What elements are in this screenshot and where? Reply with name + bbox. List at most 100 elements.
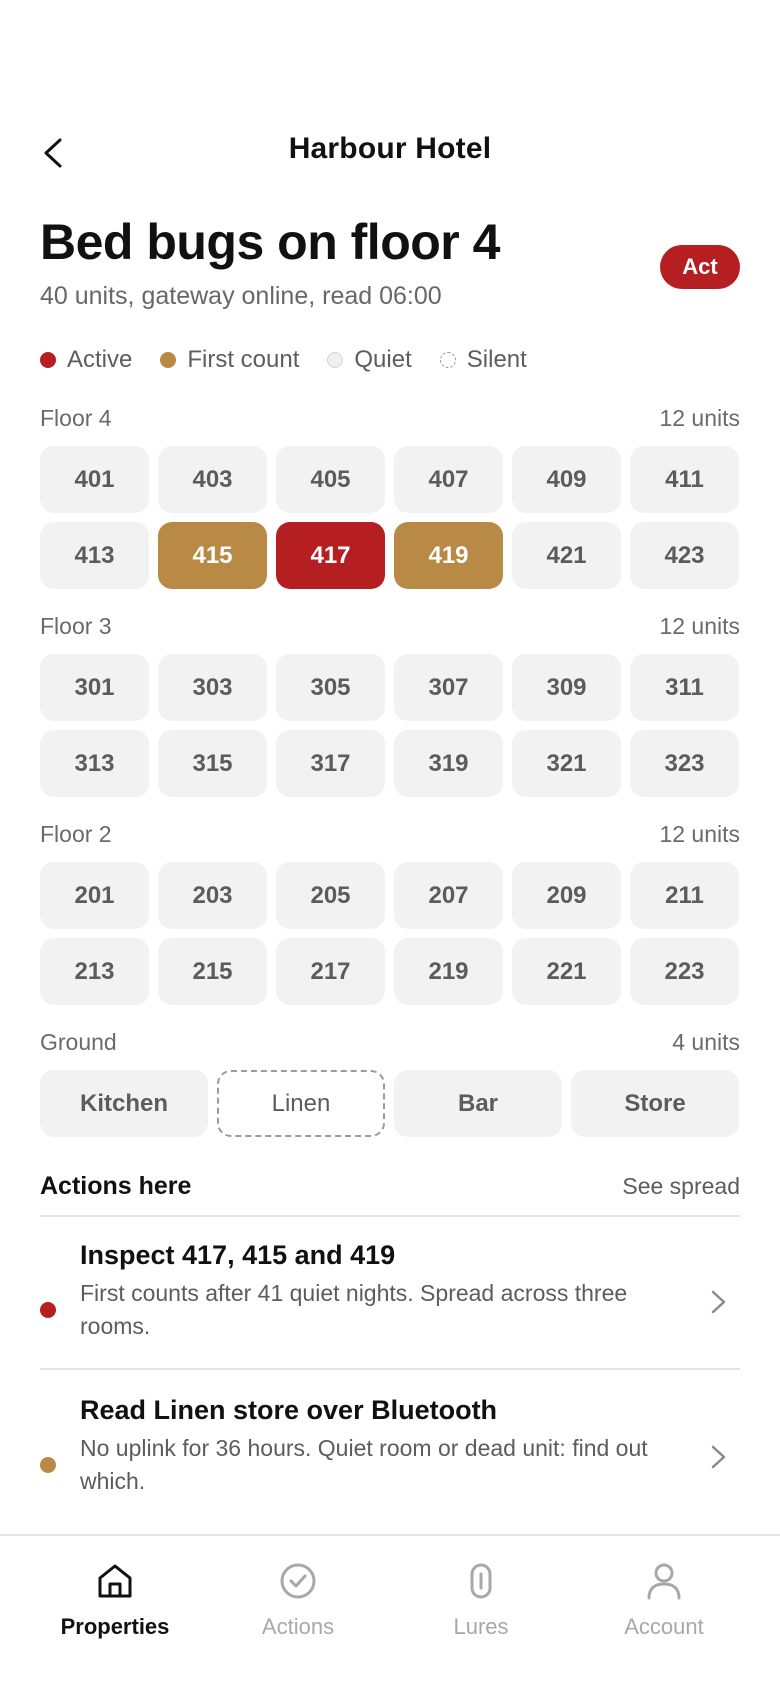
page-title: Bed bugs on floor 4 [40, 214, 500, 270]
room-223[interactable]: 223 [630, 938, 739, 1005]
room-303[interactable]: 303 [158, 654, 267, 721]
silent-dot-icon [439, 352, 456, 368]
room-405[interactable]: 405 [276, 446, 385, 513]
nav-actions[interactable]: Actions [208, 1560, 388, 1640]
room-417[interactable]: 417 [276, 522, 385, 589]
legend-quiet: Quiet [327, 346, 412, 374]
room-213[interactable]: 213 [40, 938, 149, 1005]
room-309[interactable]: 309 [512, 654, 621, 721]
ground-floor-grid: Kitchen Linen Bar Store [40, 1070, 740, 1137]
active-dot-icon [40, 352, 56, 368]
room-209[interactable]: 209 [512, 862, 621, 929]
room-411[interactable]: 411 [630, 446, 739, 513]
action-item[interactable]: Read Linen store over Bluetooth No uplin… [40, 1395, 740, 1515]
nav-properties[interactable]: Properties [25, 1560, 205, 1640]
room-207[interactable]: 207 [394, 862, 503, 929]
room-301[interactable]: 301 [40, 654, 149, 721]
room-217[interactable]: 217 [276, 938, 385, 1005]
nav-label: Properties [60, 1614, 170, 1639]
legend-silent: Silent [439, 346, 527, 374]
legend-label: Active [67, 346, 133, 373]
chevron-right-icon [711, 1445, 726, 1469]
floor-unit-count: 12 units [659, 405, 740, 431]
action-description: No uplink for 36 hours. Quiet room or de… [80, 1435, 648, 1494]
floor-name: Floor 3 [40, 613, 112, 639]
room-401[interactable]: 401 [40, 446, 149, 513]
room-bar[interactable]: Bar [394, 1070, 562, 1137]
room-407[interactable]: 407 [394, 446, 503, 513]
room-305[interactable]: 305 [276, 654, 385, 721]
floor-header: Floor 2 12 units [40, 821, 740, 848]
legend-label: Quiet [354, 346, 412, 373]
first-count-dot-icon [160, 352, 177, 368]
room-201[interactable]: 201 [40, 862, 149, 929]
room-409[interactable]: 409 [512, 446, 621, 513]
floor-name: Ground [40, 1029, 117, 1055]
actions-title: Actions here [40, 1172, 192, 1200]
room-317[interactable]: 317 [276, 730, 385, 797]
action-text: Read Linen store over Bluetooth No uplin… [80, 1395, 670, 1498]
room-221[interactable]: 221 [512, 938, 621, 1005]
room-203[interactable]: 203 [158, 862, 267, 929]
room-219[interactable]: 219 [394, 938, 503, 1005]
room-211[interactable]: 211 [630, 862, 739, 929]
room-315[interactable]: 315 [158, 730, 267, 797]
room-415[interactable]: 415 [158, 522, 267, 589]
action-text: Inspect 417, 415 and 419 First counts af… [80, 1240, 670, 1343]
status-legend: Active First count Quiet Silent [40, 346, 555, 374]
hotel-name: Harbour Hotel [288, 132, 492, 165]
room-linen[interactable]: Linen [217, 1070, 385, 1137]
chevron-right-icon [711, 1290, 726, 1314]
room-kitchen[interactable]: Kitchen [40, 1070, 208, 1137]
room-311[interactable]: 311 [630, 654, 739, 721]
legend-label: Silent [466, 346, 527, 373]
floor-header: Floor 3 12 units [40, 613, 740, 640]
divider [40, 1368, 740, 1370]
nav-label: Account [624, 1614, 704, 1639]
legend-label: First count [187, 346, 300, 373]
room-313[interactable]: 313 [40, 730, 149, 797]
home-icon [98, 1564, 132, 1598]
legend-active: Active [40, 346, 132, 374]
bottom-nav: Properties Actions Lures Account [0, 1534, 780, 1690]
floor-unit-count: 12 units [659, 821, 740, 847]
room-215[interactable]: 215 [158, 938, 267, 1005]
floor-name: Floor 4 [40, 405, 112, 431]
action-title: Inspect 417, 415 and 419 [80, 1240, 396, 1270]
room-419[interactable]: 419 [394, 522, 503, 589]
person-icon [647, 1563, 681, 1600]
room-423[interactable]: 423 [630, 522, 739, 589]
first-count-dot-icon [40, 1457, 56, 1473]
room-319[interactable]: 319 [394, 730, 503, 797]
actions-header: Actions here See spread [40, 1172, 740, 1217]
room-413[interactable]: 413 [40, 522, 149, 589]
room-205[interactable]: 205 [276, 862, 385, 929]
room-321[interactable]: 321 [512, 730, 621, 797]
legend-first-count: First count [160, 346, 299, 374]
lure-icon [470, 1563, 492, 1599]
check-circle-icon [280, 1563, 316, 1599]
nav-account[interactable]: Account [574, 1560, 754, 1640]
room-store[interactable]: Store [571, 1070, 739, 1137]
page: Harbour Hotel Bed bugs on floor 4 Act 40… [0, 0, 780, 1690]
active-dot-icon [40, 1302, 56, 1318]
quiet-dot-icon [327, 352, 344, 368]
floor-unit-count: 4 units [672, 1029, 740, 1055]
nav-label: Lures [453, 1614, 509, 1639]
floor-unit-count: 12 units [659, 613, 740, 639]
top-bar: Harbour Hotel [0, 122, 780, 184]
room-403[interactable]: 403 [158, 446, 267, 513]
room-323[interactable]: 323 [630, 730, 739, 797]
act-badge[interactable]: Act [660, 245, 740, 289]
action-item[interactable]: Inspect 417, 415 and 419 First counts af… [40, 1240, 740, 1360]
floor-header: Floor 4 12 units [40, 405, 740, 432]
room-421[interactable]: 421 [512, 522, 621, 589]
nav-lures[interactable]: Lures [391, 1560, 571, 1640]
floor-4-grid: 401 403 405 407 409 411 413 415 417 419 … [40, 446, 740, 589]
floor-3-grid: 301 303 305 307 309 311 313 315 317 319 … [40, 654, 740, 797]
floor-name: Floor 2 [40, 821, 112, 847]
action-title: Read Linen store over Bluetooth [80, 1395, 498, 1425]
room-307[interactable]: 307 [394, 654, 503, 721]
see-spread-link[interactable]: See spread [622, 1173, 740, 1200]
floor-2-grid: 201 203 205 207 209 211 213 215 217 219 … [40, 862, 740, 1005]
